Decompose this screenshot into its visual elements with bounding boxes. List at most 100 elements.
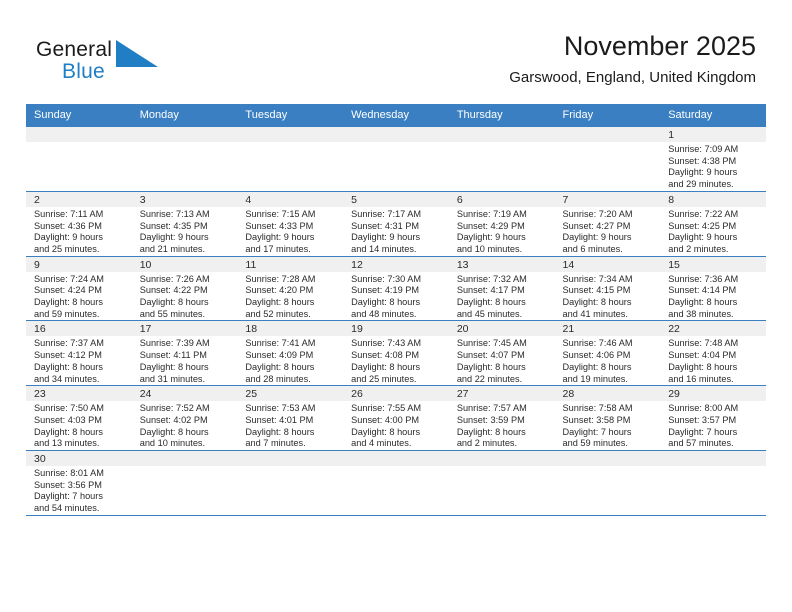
sunrise-time: Sunrise: 7:24 AM bbox=[34, 273, 104, 284]
daylight-duration-line2: and 55 minutes. bbox=[139, 308, 206, 319]
day-number: 14 bbox=[554, 256, 661, 272]
day-cell-inner: 30 Sunrise: 8:01 AM Sunset: 3:56 PM Dayligh… bbox=[26, 451, 132, 515]
calendar-day-cell[interactable]: 16 Sunrise: 7:37 AM Sunset: 4:12 PM Dayligh… bbox=[26, 320, 132, 387]
calendar-cell-empty bbox=[131, 450, 238, 516]
calendar-cell-empty bbox=[131, 126, 238, 192]
daylight-duration-line1: Daylight: 9 hours bbox=[34, 232, 103, 243]
day-sun-info: Sunrise: 7:24 AM Sunset: 4:24 PM Daylight:… bbox=[26, 272, 132, 321]
calendar-day-cell[interactable]: 26 Sunrise: 7:55 AM Sunset: 4:00 PM Dayligh… bbox=[343, 385, 449, 452]
sunset-time: Sunset: 4:36 PM bbox=[34, 220, 102, 231]
sunset-time: Sunset: 4:22 PM bbox=[139, 285, 208, 296]
calendar-day-cell[interactable]: 13 Sunrise: 7:32 AM Sunset: 4:17 PM Dayligh… bbox=[448, 255, 555, 322]
weekday-header-thursday: Thursday bbox=[448, 104, 555, 127]
calendar-day-cell[interactable]: 5 Sunrise: 7:17 AM Sunset: 4:31 PM Daylight… bbox=[343, 190, 449, 257]
sunrise-time: Sunrise: 7:28 AM bbox=[245, 273, 316, 284]
daylight-duration-line2: and 17 minutes. bbox=[245, 243, 311, 254]
daylight-duration-line1: Daylight: 8 hours bbox=[139, 297, 209, 308]
calendar-day-cell[interactable]: 15 Sunrise: 7:36 AM Sunset: 4:14 PM Dayligh… bbox=[660, 255, 766, 322]
day-cell-inner bbox=[131, 451, 238, 515]
day-cell-inner: 29 Sunrise: 8:00 AM Sunset: 3:57 PM Dayligh… bbox=[660, 386, 766, 450]
calendar-day-cell[interactable]: 2 Sunrise: 7:11 AM Sunset: 4:36 PM Daylight… bbox=[26, 190, 132, 257]
calendar-day-cell[interactable]: 17 Sunrise: 7:39 AM Sunset: 4:11 PM Dayligh… bbox=[131, 320, 238, 387]
calendar-day-cell[interactable]: 28 Sunrise: 7:58 AM Sunset: 3:58 PM Dayligh… bbox=[554, 385, 661, 452]
daylight-duration-line2: and 7 minutes. bbox=[245, 438, 306, 449]
daylight-duration-line2: and 38 minutes. bbox=[668, 308, 734, 319]
day-number: 7 bbox=[554, 191, 661, 207]
daylight-duration-line1: Daylight: 9 hours bbox=[668, 232, 738, 243]
sunrise-time: Sunrise: 7:58 AM bbox=[562, 403, 633, 414]
sunrise-time: Sunrise: 7:30 AM bbox=[351, 273, 422, 284]
calendar-day-cell[interactable]: 4 Sunrise: 7:15 AM Sunset: 4:33 PM Daylight… bbox=[237, 190, 344, 257]
day-sun-info: Sunrise: 7:15 AM Sunset: 4:33 PM Daylight:… bbox=[237, 207, 343, 256]
calendar-header-row: Sunday Monday Tuesday Wednesday Thursday… bbox=[26, 104, 766, 127]
calendar-day-cell[interactable]: 24 Sunrise: 7:52 AM Sunset: 4:02 PM Dayligh… bbox=[131, 385, 238, 452]
calendar-day-cell[interactable]: 20 Sunrise: 7:45 AM Sunset: 4:07 PM Dayligh… bbox=[448, 320, 555, 387]
calendar-day-cell[interactable]: 1 Sunrise: 7:09 AM Sunset: 4:38 PM Daylight… bbox=[660, 126, 766, 192]
day-cell-inner: 23 Sunrise: 7:50 AM Sunset: 4:03 PM Dayligh… bbox=[26, 386, 132, 450]
daylight-duration-line2: and 54 minutes. bbox=[34, 503, 100, 514]
calendar-day-cell[interactable]: 30 Sunrise: 8:01 AM Sunset: 3:56 PM Dayligh… bbox=[26, 450, 132, 516]
day-cell-inner: 15 Sunrise: 7:36 AM Sunset: 4:14 PM Dayligh… bbox=[660, 256, 766, 321]
daylight-duration-line2: and 59 minutes. bbox=[34, 308, 100, 319]
calendar-day-cell[interactable]: 27 Sunrise: 7:57 AM Sunset: 3:59 PM Dayligh… bbox=[448, 385, 555, 452]
day-number bbox=[343, 451, 449, 467]
sunset-time: Sunset: 4:12 PM bbox=[34, 350, 102, 361]
calendar-day-cell[interactable]: 10 Sunrise: 7:26 AM Sunset: 4:22 PM Dayligh… bbox=[131, 255, 238, 322]
calendar-day-cell[interactable]: 29 Sunrise: 8:00 AM Sunset: 3:57 PM Dayligh… bbox=[660, 385, 766, 452]
calendar-day-cell[interactable]: 25 Sunrise: 7:53 AM Sunset: 4:01 PM Dayligh… bbox=[237, 385, 344, 452]
sunset-time: Sunset: 4:24 PM bbox=[34, 285, 102, 296]
day-number bbox=[554, 451, 661, 467]
sunset-time: Sunset: 4:00 PM bbox=[351, 414, 420, 425]
calendar-day-cell[interactable]: 8 Sunrise: 7:22 AM Sunset: 4:25 PM Daylight… bbox=[660, 190, 766, 257]
day-sun-info: Sunrise: 7:37 AM Sunset: 4:12 PM Daylight:… bbox=[26, 336, 132, 385]
day-sun-info: Sunrise: 7:46 AM Sunset: 4:06 PM Daylight:… bbox=[555, 336, 661, 385]
sunrise-time: Sunrise: 7:17 AM bbox=[351, 208, 422, 219]
sunset-time: Sunset: 4:35 PM bbox=[139, 220, 208, 231]
sunrise-time: Sunrise: 7:15 AM bbox=[245, 208, 316, 219]
calendar-day-cell[interactable]: 6 Sunrise: 7:19 AM Sunset: 4:29 PM Daylight… bbox=[448, 190, 555, 257]
calendar-day-cell[interactable]: 3 Sunrise: 7:13 AM Sunset: 4:35 PM Daylight… bbox=[131, 190, 238, 257]
sunset-time: Sunset: 4:20 PM bbox=[245, 285, 314, 296]
calendar-day-cell[interactable]: 22 Sunrise: 7:48 AM Sunset: 4:04 PM Dayligh… bbox=[660, 320, 766, 387]
calendar-day-cell[interactable]: 23 Sunrise: 7:50 AM Sunset: 4:03 PM Dayligh… bbox=[26, 385, 132, 452]
day-number: 8 bbox=[660, 191, 766, 207]
weekday-header-friday: Friday bbox=[554, 104, 661, 127]
daylight-duration-line2: and 41 minutes. bbox=[562, 308, 628, 319]
sunrise-time: Sunrise: 7:11 AM bbox=[34, 208, 104, 219]
day-sun-info: Sunrise: 7:11 AM Sunset: 4:36 PM Daylight:… bbox=[26, 207, 132, 256]
day-sun-info: Sunrise: 7:26 AM Sunset: 4:22 PM Daylight:… bbox=[132, 272, 238, 321]
day-cell-inner: 4 Sunrise: 7:15 AM Sunset: 4:33 PM Daylight… bbox=[237, 191, 344, 256]
day-number: 12 bbox=[343, 256, 449, 272]
day-number: 15 bbox=[660, 256, 766, 272]
calendar-week-row: 2 Sunrise: 7:11 AM Sunset: 4:36 PM Daylight… bbox=[26, 190, 766, 257]
calendar-cell-empty bbox=[448, 126, 555, 192]
calendar-day-cell[interactable]: 9 Sunrise: 7:24 AM Sunset: 4:24 PM Daylight… bbox=[26, 255, 132, 322]
sunset-time: Sunset: 4:14 PM bbox=[668, 285, 737, 296]
day-cell-inner: 16 Sunrise: 7:37 AM Sunset: 4:12 PM Dayligh… bbox=[26, 321, 132, 385]
day-cell-inner bbox=[448, 451, 555, 515]
calendar-page: General Blue November 2025 Garswood, Eng… bbox=[0, 0, 792, 612]
calendar-day-cell[interactable]: 19 Sunrise: 7:43 AM Sunset: 4:08 PM Dayligh… bbox=[343, 320, 449, 387]
calendar-cell-empty bbox=[343, 450, 449, 516]
day-sun-info: Sunrise: 7:32 AM Sunset: 4:17 PM Daylight:… bbox=[449, 272, 555, 321]
weekday-header-wednesday: Wednesday bbox=[343, 104, 449, 127]
weekday-header-sunday: Sunday bbox=[26, 104, 132, 127]
day-sun-info: Sunrise: 7:20 AM Sunset: 4:27 PM Daylight:… bbox=[555, 207, 661, 256]
day-number bbox=[448, 451, 555, 467]
daylight-duration-line1: Daylight: 8 hours bbox=[456, 361, 526, 372]
daylight-duration-line1: Daylight: 9 hours bbox=[456, 232, 526, 243]
day-number: 29 bbox=[660, 386, 766, 402]
calendar-day-cell[interactable]: 12 Sunrise: 7:30 AM Sunset: 4:19 PM Dayligh… bbox=[343, 255, 449, 322]
calendar-day-cell[interactable]: 11 Sunrise: 7:28 AM Sunset: 4:20 PM Dayligh… bbox=[237, 255, 344, 322]
calendar-cell-empty bbox=[660, 450, 766, 516]
brand-logo[interactable]: General Blue bbox=[36, 38, 206, 88]
calendar-day-cell[interactable]: 21 Sunrise: 7:46 AM Sunset: 4:06 PM Dayligh… bbox=[554, 320, 661, 387]
day-sun-info: Sunrise: 7:28 AM Sunset: 4:20 PM Daylight:… bbox=[237, 272, 343, 321]
daylight-duration-line1: Daylight: 9 hours bbox=[668, 167, 738, 178]
day-number: 9 bbox=[26, 256, 132, 272]
sunrise-time: Sunrise: 7:19 AM bbox=[456, 208, 527, 219]
calendar-day-cell[interactable]: 14 Sunrise: 7:34 AM Sunset: 4:15 PM Dayligh… bbox=[554, 255, 661, 322]
calendar-day-cell[interactable]: 18 Sunrise: 7:41 AM Sunset: 4:09 PM Dayligh… bbox=[237, 320, 344, 387]
sunset-time: Sunset: 4:11 PM bbox=[139, 350, 207, 361]
calendar-day-cell[interactable]: 7 Sunrise: 7:20 AM Sunset: 4:27 PM Daylight… bbox=[554, 190, 661, 257]
